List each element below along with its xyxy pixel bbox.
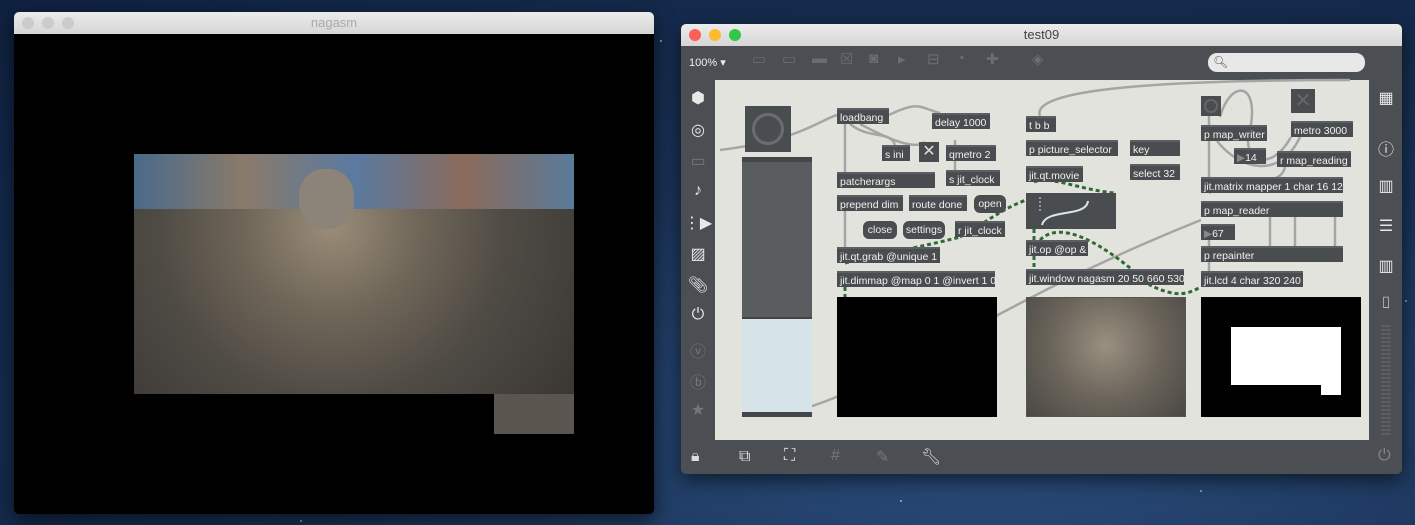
number-box[interactable]: ▶14 — [1234, 148, 1266, 164]
key-object[interactable]: key — [1130, 140, 1180, 156]
number-value: 67 — [1212, 228, 1224, 240]
s-ini-object[interactable]: s ini — [882, 145, 910, 161]
picture-selector-object[interactable]: p picture_selector — [1026, 140, 1118, 156]
patcherargs-object[interactable]: patcherargs — [837, 172, 935, 188]
bang-button[interactable] — [1201, 96, 1221, 116]
metro-toggle[interactable]: ✕ — [1291, 89, 1315, 113]
prepend-dim-object[interactable]: prepend dim — [837, 195, 903, 211]
select-object[interactable]: select 32 — [1130, 164, 1180, 180]
vertical-slider[interactable] — [742, 157, 812, 417]
r-jit-clock-object[interactable]: r jit_clock — [955, 221, 1005, 237]
number-box[interactable]: ▶67 — [1201, 224, 1235, 240]
jit-lcd-object[interactable]: jit.lcd 4 char 320 240 — [1201, 271, 1303, 287]
jit-qt-grab-object[interactable]: jit.qt.grab @unique 1 — [837, 247, 940, 263]
gswitch[interactable] — [1026, 193, 1116, 229]
open-message[interactable]: open — [974, 195, 1006, 213]
jit-dimmap-object[interactable]: jit.dimmap @map 0 1 @invert 1 0 — [837, 271, 996, 287]
jit-window-object[interactable]: jit.window nagasm 20 50 660 530 — [1026, 269, 1185, 285]
r-map-reading-object[interactable]: r map_reading — [1277, 151, 1351, 167]
qmetro-object[interactable]: qmetro 2 — [946, 145, 996, 161]
tbb-object[interactable]: t b b — [1026, 116, 1056, 132]
dial[interactable] — [745, 106, 791, 152]
delay-object[interactable]: delay 1000 — [932, 113, 990, 129]
route-done-object[interactable]: route done — [909, 195, 967, 211]
number-value: 14 — [1245, 152, 1257, 164]
toggle[interactable]: ✕ — [919, 142, 939, 162]
lcd-display[interactable] — [1201, 297, 1361, 417]
jit-qt-movie-object[interactable]: jit.qt.movie — [1026, 166, 1083, 182]
close-message[interactable]: close — [863, 221, 897, 239]
s-jit-clock-object[interactable]: s jit_clock — [946, 170, 1000, 186]
settings-message[interactable]: settings — [903, 221, 945, 239]
jit-op-object[interactable]: jit.op @op & — [1026, 240, 1088, 256]
metro-object[interactable]: metro 3000 — [1291, 121, 1353, 137]
loadbang-object[interactable]: loadbang — [837, 108, 889, 124]
patch-cords — [719, 78, 1351, 412]
grab-preview — [837, 297, 997, 417]
map-reader-object[interactable]: p map_reader — [1201, 201, 1343, 217]
pwindow-preview — [1026, 297, 1186, 417]
repainter-object[interactable]: p repainter — [1201, 246, 1343, 262]
jit-matrix-object[interactable]: jit.matrix mapper 1 char 16 12 — [1201, 177, 1343, 193]
map-writer-object[interactable]: p map_writer — [1201, 125, 1267, 141]
